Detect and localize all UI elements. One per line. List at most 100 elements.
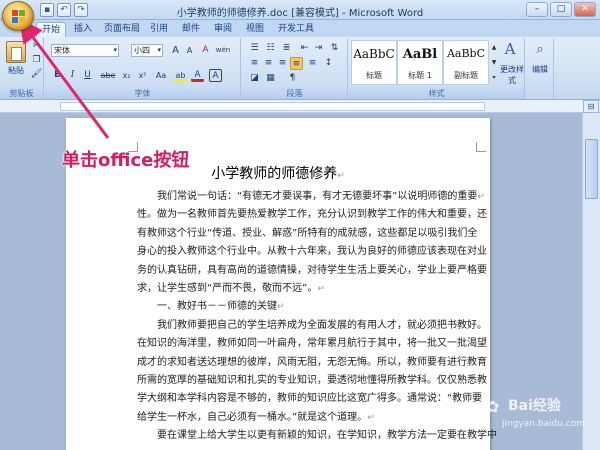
office-button[interactable] <box>2 1 34 31</box>
style-sample: AaBbC <box>353 47 395 61</box>
paw-icon: ✿ <box>486 397 500 416</box>
shrink-font-icon[interactable]: A <box>183 44 196 57</box>
paragraph-group-label: 段落 <box>242 88 347 99</box>
paragraph-mark: ↵ <box>317 284 325 295</box>
text-line: 性。做为一名教师首先要热爱教学工作，充分认识到教学工作的伟大和重要，还 <box>137 209 487 221</box>
horizontal-ruler[interactable] <box>0 100 600 113</box>
shading-icon[interactable]: ◪ <box>248 72 261 85</box>
ruler-scale <box>60 102 485 111</box>
highlight-button[interactable]: ab <box>173 69 188 82</box>
text-line: 在知识的海洋里，教师如同一叶扁舟，常年累月航行于其中，将一批又一批渴望 <box>137 338 487 350</box>
font-size-select[interactable]: 小四 ▾ <box>131 44 163 57</box>
tab-home[interactable]: 开始 <box>36 22 66 37</box>
style-subtitle[interactable]: AaBbC 副标题 <box>443 40 489 85</box>
multilevel-list-icon[interactable]: ≣ <box>280 42 293 55</box>
clipboard-group-label: 剪贴板 <box>0 88 43 99</box>
increase-indent-icon[interactable]: ⇥ <box>312 42 325 55</box>
change-styles-button[interactable]: 更改样式 <box>497 64 527 86</box>
ribbon: 粘贴 ✂ ❐ 🖌 剪贴板 宋体 ▾ 小四 ▾ A A A wén B I U abe… <box>0 37 600 100</box>
character-border-button[interactable]: A <box>209 69 222 82</box>
text-line: 给学生一杯水，自己必须有一桶水。”就是这个道理。↵ <box>137 411 375 423</box>
change-styles-icon[interactable]: A <box>501 40 519 58</box>
cut-icon[interactable]: ✂ <box>30 40 43 53</box>
watermark-sub: jingyan.baidu.com <box>502 419 586 429</box>
window-title: 小学教师的师德修养.doc [兼容模式] - Microsoft Word <box>176 8 424 19</box>
styles-group-label: 样式 <box>349 88 524 99</box>
tab-insert[interactable]: 插入 <box>70 22 96 37</box>
style-name: 标题 <box>366 71 382 80</box>
annotation-label: 单击office按钮 <box>62 150 190 171</box>
font-name-value: 宋体 <box>54 46 70 55</box>
text-line: 一、教好书－－师德的关键↵ <box>157 301 285 313</box>
tab-references[interactable]: 引用 <box>148 22 170 37</box>
change-case-button[interactable]: Aa <box>153 69 169 82</box>
copy-icon[interactable]: ❐ <box>30 54 43 67</box>
sort-icon[interactable]: ⇅ <box>328 42 341 55</box>
text-line: 有教师这个行业“传道、授业、解惑”所特有的成就感，这些都足以吸引我们全 <box>137 227 478 239</box>
office-logo-icon <box>12 10 26 24</box>
style-heading-1[interactable]: AaBl 标题 1 <box>397 40 443 85</box>
paragraph-group: ☰ ☷ ≣ ⇤ ⇥ ⇅ ≡ ≡ ≡ ≡ ≡ ↕ ◪ ▦ ¶ 段落 <box>242 38 348 99</box>
style-sample: AaBbC <box>446 47 486 60</box>
text-line: 学大纲和本学科内容是不够的，教师的知识应比这宽广得多。通常说：“教师要 <box>137 393 483 405</box>
paragraph-mark: ↵ <box>277 302 285 313</box>
text-line: 要在课堂上给大学生以更有新颖的知识，在学知识，教学方法一定要在教学中 <box>157 430 497 442</box>
clipboard-group: 粘贴 ✂ ❐ 🖌 剪贴板 <box>0 38 44 99</box>
close-button[interactable]: ✕ <box>574 2 596 17</box>
view-ruler-icon[interactable]: ⊟ <box>583 100 599 113</box>
text-line: 我们教师要把自己的学生培养成为全面发展的有用人才，就必须把书教好。 <box>157 319 487 331</box>
margin-corner-mark <box>476 142 486 152</box>
watermark: ✿ Bai经验 jingyan.baidu.com <box>486 395 598 435</box>
numbering-icon[interactable]: ☷ <box>264 42 277 55</box>
phonetic-guide-icon[interactable]: wén <box>213 44 233 57</box>
strikethrough-button[interactable]: abe <box>99 69 117 82</box>
font-group-label: 字体 <box>45 88 240 99</box>
distributed-icon[interactable]: ≡ <box>306 57 319 70</box>
text-line: 成才的求知者送达理想的彼岸，风雨无阻，无怨无悔。所以，教师要有进行教育 <box>137 356 487 368</box>
center-icon[interactable]: ≡ <box>262 57 275 70</box>
clear-format-icon[interactable]: A <box>199 44 212 57</box>
font-group: 宋体 ▾ 小四 ▾ A A A wén B I U abe x₂ x² Aa ab … <box>45 38 241 99</box>
font-name-select[interactable]: 宋体 ▾ <box>51 44 119 57</box>
minimize-button[interactable]: – <box>526 2 548 17</box>
tab-developer[interactable]: 开发工具 <box>276 22 316 37</box>
align-right-icon[interactable]: ≡ <box>276 57 289 70</box>
paragraph-mark: ↵ <box>367 412 375 423</box>
bold-button[interactable]: B <box>51 69 64 82</box>
styles-group: AaBbC 标题 AaBl 标题 1 AaBbC 副标题 ▲ ▼ ▾ A 更改样式 … <box>349 38 525 99</box>
subscript-button[interactable]: x₂ <box>119 69 134 82</box>
paste-icon[interactable] <box>6 41 26 63</box>
tab-page-layout[interactable]: 页面布局 <box>102 22 142 37</box>
font-color-button[interactable]: A <box>191 69 204 82</box>
italic-button[interactable]: I <box>66 69 79 82</box>
document-body: 我们常说一句话：“有德无才要误事，有才无德要坏事”以说明师德的重要↵ 性。做为一… <box>137 188 497 446</box>
maximize-button[interactable]: □ <box>550 2 572 17</box>
justify-icon[interactable]: ≡ <box>290 57 303 70</box>
style-name: 标题 1 <box>408 71 432 80</box>
tab-review[interactable]: 审阅 <box>212 22 234 37</box>
scrollbar-thumb[interactable] <box>585 139 598 199</box>
bullets-icon[interactable]: ☰ <box>248 42 261 55</box>
style-name: 副标题 <box>454 71 478 80</box>
borders-icon[interactable]: ▦ <box>264 72 277 85</box>
style-sample: AaBl <box>402 47 438 62</box>
style-title[interactable]: AaBbC 标题 <box>351 40 397 85</box>
chevron-down-icon: ▾ <box>113 46 117 54</box>
paste-button-label[interactable]: 粘贴 <box>4 65 28 76</box>
tab-mailings[interactable]: 邮件 <box>180 22 202 37</box>
find-icon[interactable]: ⌕ <box>532 42 548 58</box>
decrease-indent-icon[interactable]: ⇤ <box>298 42 311 55</box>
superscript-button[interactable]: x² <box>135 69 150 82</box>
show-marks-icon[interactable]: ¶ <box>286 72 299 85</box>
chevron-down-icon: ▾ <box>157 46 161 54</box>
underline-button[interactable]: U <box>81 69 94 82</box>
tab-view[interactable]: 视图 <box>244 22 266 37</box>
text-line: 我们常说一句话：“有德无才要误事，有才无德要坏事”以说明师德的重要↵ <box>157 191 485 202</box>
line-spacing-icon[interactable]: ↕ <box>322 57 335 70</box>
editing-group-label[interactable]: 编辑 <box>526 64 554 75</box>
format-painter-icon[interactable]: 🖌 <box>30 68 43 81</box>
text-line: 务的认真钻研，具有高尚的道德情操，对待学生生活上要关心，学业上要严格要 <box>137 264 487 276</box>
grow-font-icon[interactable]: A <box>169 44 182 57</box>
text-line: 求，让学生感到“严而不畏，敬而不远”。↵ <box>137 283 325 295</box>
align-left-icon[interactable]: ≡ <box>248 57 261 70</box>
